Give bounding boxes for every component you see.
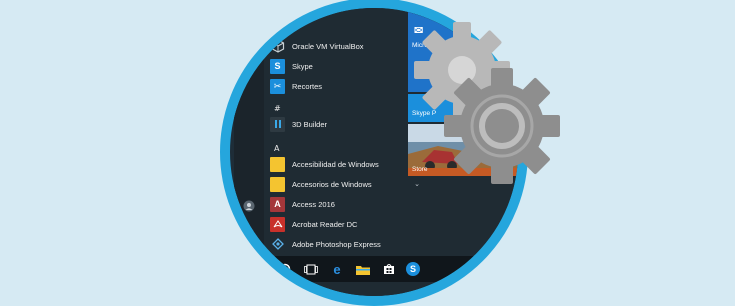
file-explorer-icon[interactable] xyxy=(354,260,372,278)
app-label-partial: Paint xyxy=(274,22,292,30)
app-label: Adobe Photoshop Express xyxy=(292,239,381,249)
gear-icon xyxy=(414,22,560,184)
app-item-access[interactable]: A Access 2016 xyxy=(270,196,405,212)
settings-gear-icon[interactable]: ⚙ xyxy=(242,225,256,239)
app-label: Acrobat Reader DC xyxy=(292,219,358,229)
user-avatar-icon[interactable] xyxy=(242,200,256,214)
app-label: Access 2016 xyxy=(292,199,335,209)
edge-browser-icon[interactable]: e xyxy=(328,260,346,278)
app-label: 3D Builder xyxy=(292,119,328,129)
app-label: Recortes xyxy=(292,81,323,91)
app-item-accesorios[interactable]: Accesorios de Windows ⌄ xyxy=(270,176,420,192)
acrobat-icon xyxy=(270,216,285,232)
app-item-3d-builder[interactable]: 3D Builder xyxy=(270,116,405,132)
store-bag-icon[interactable] xyxy=(380,260,398,278)
settings-gear-graphic xyxy=(410,18,560,188)
snipping-tool-icon: ✂ xyxy=(270,78,285,94)
cortana-search-icon[interactable] xyxy=(276,260,294,278)
windows-start-icon[interactable] xyxy=(246,258,268,280)
app-label: Skype xyxy=(292,61,313,71)
group-header-a[interactable]: A xyxy=(274,144,279,153)
virtualbox-icon xyxy=(270,38,285,54)
skype-icon: S xyxy=(270,58,285,74)
app-item-recortes[interactable]: ✂ Recortes xyxy=(270,78,405,94)
start-menu-rail: ⚙ ⏻ xyxy=(234,8,264,268)
skype-taskbar-icon[interactable]: S xyxy=(406,262,420,276)
app-item-accesibilidad[interactable]: Accesibilidad de Windows ⌄ xyxy=(270,156,420,172)
photoshop-express-icon xyxy=(270,236,285,252)
app-item-photoshop-express[interactable]: Adobe Photoshop Express xyxy=(270,236,405,252)
folder-icon xyxy=(270,176,285,192)
app-label: Oracle VM VirtualBox xyxy=(292,41,364,51)
access-icon: A xyxy=(270,196,285,212)
app-item-skype[interactable]: S Skype xyxy=(270,58,405,74)
app-item-acrobat[interactable]: Acrobat Reader DC xyxy=(270,216,405,232)
group-header-hash[interactable]: # xyxy=(274,104,281,113)
app-label: Accesibilidad de Windows xyxy=(292,159,379,169)
taskbar: e S xyxy=(238,256,518,282)
app-item-virtualbox[interactable]: Oracle VM VirtualBox xyxy=(270,38,405,54)
app-label: Accesorios de Windows xyxy=(292,179,372,189)
task-view-icon[interactable] xyxy=(302,260,320,278)
folder-icon xyxy=(270,156,285,172)
3d-builder-icon xyxy=(270,116,285,132)
